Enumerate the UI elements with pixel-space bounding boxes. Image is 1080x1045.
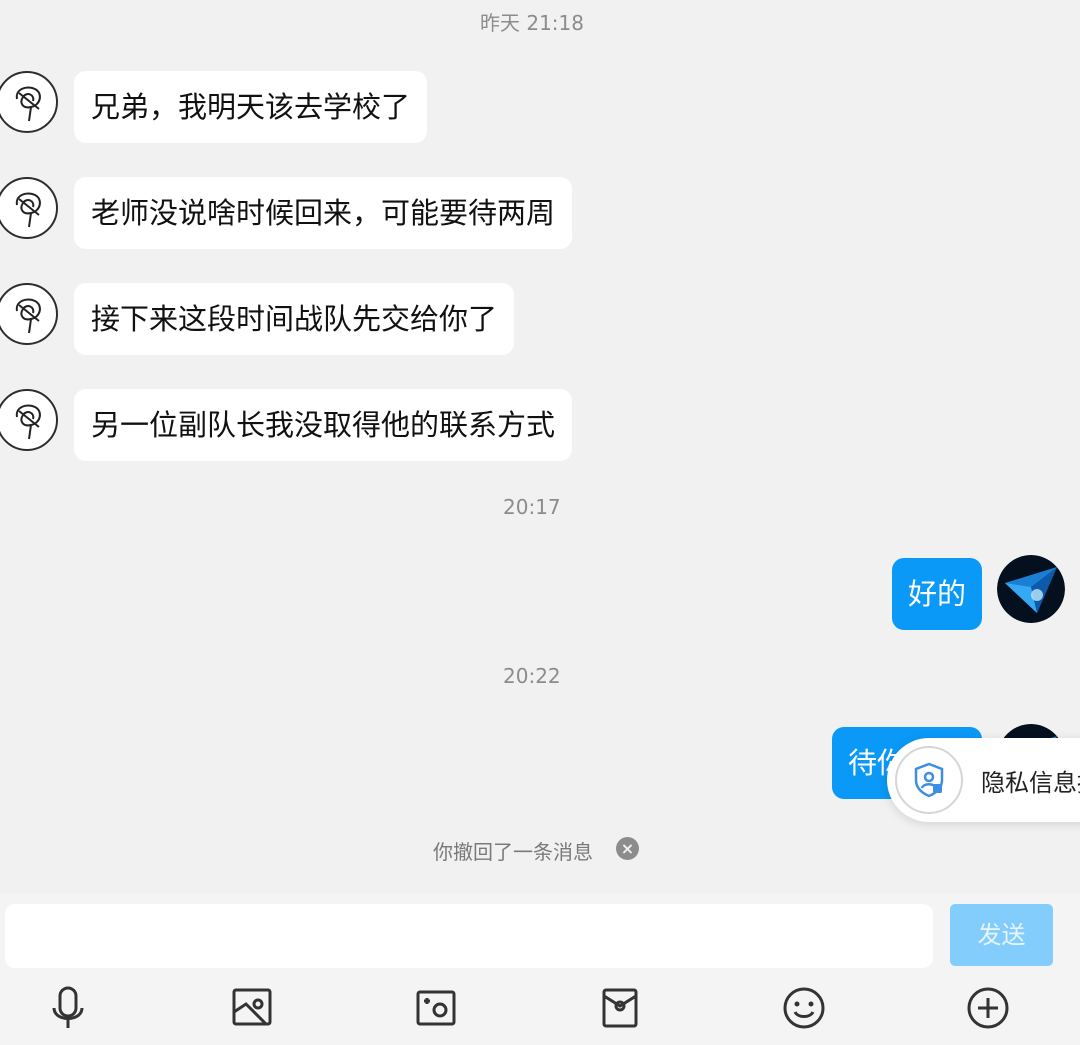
contact-avatar[interactable]: [0, 389, 58, 451]
timestamp: 20:22: [503, 664, 561, 688]
contact-avatar[interactable]: [0, 71, 58, 133]
plus-icon[interactable]: [966, 986, 1010, 1030]
message-bubble-incoming[interactable]: 兄弟，我明天该去学校了: [74, 71, 428, 143]
contact-avatar[interactable]: [0, 177, 58, 239]
message-bubble-incoming[interactable]: 另一位副队长我没取得他的联系方式: [74, 389, 573, 461]
recall-notice: 你撤回了一条消息: [433, 840, 593, 864]
message-input[interactable]: [5, 904, 933, 968]
emoji-icon[interactable]: [782, 986, 826, 1030]
red-packet-icon[interactable]: [598, 986, 642, 1030]
my-avatar[interactable]: [997, 555, 1065, 623]
privacy-info-popup[interactable]: 隐私信息提: [887, 738, 1080, 822]
microphone-icon[interactable]: [46, 986, 90, 1030]
chat-area: 昨天 21:18 兄弟，我明天该去学校了 老师没说啥时候回来，可能要待两周 接下…: [0, 0, 1080, 893]
rose-sketch-icon: [15, 192, 41, 228]
camera-icon[interactable]: [414, 986, 458, 1030]
privacy-shield-icon: [895, 746, 963, 814]
crystal-avatar-icon: [997, 555, 1065, 623]
message-bubble-outgoing[interactable]: 好的: [892, 558, 983, 630]
rose-sketch-icon: [15, 86, 41, 122]
send-button[interactable]: 发送: [950, 904, 1053, 966]
timestamp: 20:17: [503, 495, 561, 519]
rose-sketch-icon: [15, 404, 41, 440]
privacy-popup-text: 隐私信息提: [981, 769, 1080, 797]
rose-sketch-icon: [15, 298, 41, 334]
contact-avatar[interactable]: [0, 283, 58, 345]
message-bubble-incoming[interactable]: 老师没说啥时候回来，可能要待两周: [74, 177, 573, 249]
dismiss-recall-icon[interactable]: ×: [616, 837, 639, 860]
image-icon[interactable]: [230, 986, 274, 1030]
message-bubble-incoming[interactable]: 接下来这段时间战队先交给你了: [74, 283, 515, 355]
timestamp: 昨天 21:18: [480, 11, 584, 35]
input-bar: 发送: [0, 893, 1080, 1045]
